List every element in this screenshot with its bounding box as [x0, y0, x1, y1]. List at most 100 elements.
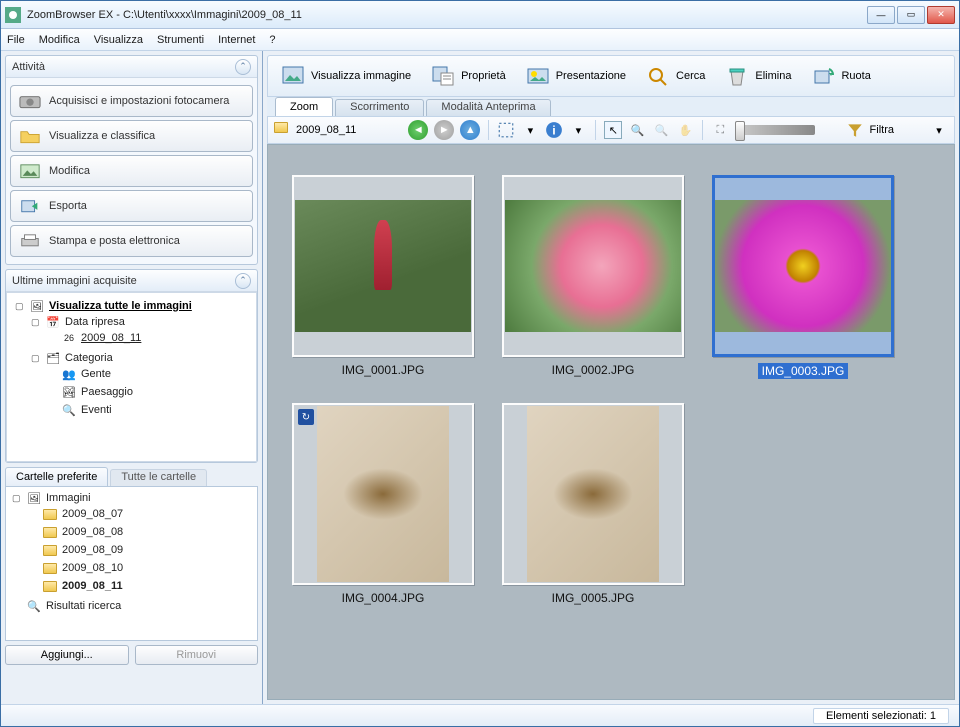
- statusbar: Elementi selezionati: 1: [1, 704, 959, 726]
- thumbnail-label: IMG_0004.JPG: [342, 591, 425, 605]
- thumbnail-image: [715, 200, 891, 332]
- fav-root[interactable]: ▢🖼Immagini: [12, 491, 255, 505]
- folder-icon: [42, 525, 58, 539]
- landscape-icon: 🏞: [61, 385, 77, 399]
- thumbnail-label: IMG_0001.JPG: [342, 363, 425, 377]
- maximize-button[interactable]: ▭: [897, 6, 925, 24]
- thumbnail[interactable]: IMG_0002.JPG: [498, 175, 688, 379]
- thumbnail-frame[interactable]: [502, 403, 684, 585]
- dropdown-icon[interactable]: ▾: [569, 121, 587, 139]
- tab-preview[interactable]: Modalità Anteprima: [426, 99, 550, 116]
- slideshow-button[interactable]: Presentazione: [521, 61, 637, 91]
- chevron-up-icon: ⌃: [235, 59, 251, 75]
- thumbnail-frame[interactable]: [712, 175, 894, 357]
- pointer-icon[interactable]: ↖: [604, 121, 622, 139]
- view-image-icon: [281, 65, 305, 87]
- titlebar: ZoomBrowser EX - C:\Utenti\xxxx\Immagini…: [1, 1, 959, 29]
- folder-open-icon: [19, 127, 41, 145]
- images-icon: 🖼: [29, 299, 45, 313]
- fav-folder[interactable]: 2009_08_07: [28, 507, 255, 521]
- info-icon[interactable]: i: [545, 121, 563, 139]
- filter-icon[interactable]: [846, 121, 864, 139]
- nav-up-button[interactable]: ▲: [460, 120, 480, 140]
- hand-icon[interactable]: ✋: [676, 121, 694, 139]
- properties-button[interactable]: Proprietà: [426, 61, 517, 91]
- delete-button[interactable]: Elimina: [720, 61, 802, 91]
- thumbnail-area[interactable]: IMG_0001.JPG IMG_0002.JPG IMG_0003.JPG ↻…: [267, 144, 955, 700]
- menu-file[interactable]: File: [7, 34, 25, 46]
- tab-favorite-folders[interactable]: Cartelle preferite: [5, 467, 108, 486]
- fav-folder[interactable]: 2009_08_09: [28, 543, 255, 557]
- dropdown-icon[interactable]: ▾: [521, 121, 539, 139]
- dropdown-icon[interactable]: ▾: [930, 121, 948, 139]
- thumbnail-label: IMG_0005.JPG: [552, 591, 635, 605]
- chevron-up-icon: ⌃: [235, 273, 251, 289]
- slideshow-icon: [526, 65, 550, 87]
- thumbnail-frame[interactable]: [502, 175, 684, 357]
- thumbnail[interactable]: IMG_0001.JPG: [288, 175, 478, 379]
- zoom-in-icon[interactable]: 🔍: [628, 121, 646, 139]
- rotate-button[interactable]: Ruota: [806, 61, 881, 91]
- thumbnail[interactable]: ↻ IMG_0004.JPG: [288, 403, 478, 605]
- thumbnail-frame[interactable]: ↻: [292, 403, 474, 585]
- view-image-button[interactable]: Visualizza immagine: [276, 61, 422, 91]
- remove-folder-button[interactable]: Rimuovi: [135, 645, 259, 665]
- menu-help[interactable]: ?: [269, 34, 275, 46]
- thumbnail[interactable]: IMG_0005.JPG: [498, 403, 688, 605]
- close-button[interactable]: ✕: [927, 6, 955, 24]
- latest-header-label: Ultime immagini acquisite: [12, 275, 137, 287]
- app-icon: [5, 7, 21, 23]
- thumbnail-frame[interactable]: [292, 175, 474, 357]
- menu-internet[interactable]: Internet: [218, 34, 255, 46]
- add-folder-button[interactable]: Aggiungi...: [5, 645, 129, 665]
- tree-landscape[interactable]: 🏞Paesaggio: [47, 385, 252, 399]
- view-tabs: Zoom Scorrimento Modalità Anteprima: [267, 97, 955, 116]
- export-label: Esporta: [49, 200, 87, 212]
- tree-date-value[interactable]: 262009_08_11: [47, 331, 252, 345]
- fit-icon[interactable]: ⛶: [711, 121, 729, 139]
- fav-folder[interactable]: 2009_08_10: [28, 561, 255, 575]
- activity-header[interactable]: Attività ⌃: [6, 56, 257, 78]
- favorites-tree: ▢🖼Immagini 2009_08_07 2009_08_08 2009_08_0…: [5, 486, 258, 641]
- fav-folder[interactable]: 2009_08_08: [28, 525, 255, 539]
- modify-label: Modifica: [49, 165, 90, 177]
- category-icon: 🗂: [45, 351, 61, 365]
- tree-date-taken[interactable]: ▢📅Data ripresa: [31, 315, 252, 329]
- tab-scroll[interactable]: Scorrimento: [335, 99, 424, 116]
- classify-label: Visualizza e classifica: [49, 130, 155, 142]
- tab-zoom[interactable]: Zoom: [275, 97, 333, 116]
- svg-text:i: i: [553, 124, 556, 138]
- tab-all-folders[interactable]: Tutte le cartelle: [110, 469, 207, 486]
- tree-people[interactable]: 👥Gente: [47, 367, 252, 381]
- select-tool-icon[interactable]: [497, 121, 515, 139]
- zoom-slider[interactable]: [735, 125, 815, 135]
- fav-folder[interactable]: 2009_08_11: [28, 579, 255, 593]
- activity-header-label: Attività: [12, 61, 45, 73]
- modify-button[interactable]: Modifica: [10, 155, 253, 187]
- search-button[interactable]: Cerca: [641, 61, 716, 91]
- tree-all-images[interactable]: ▢🖼Visualizza tutte le immagini: [15, 299, 252, 313]
- zoom-out-icon[interactable]: 🔍: [652, 121, 670, 139]
- properties-icon: [431, 65, 455, 87]
- tree-events[interactable]: 🔍Eventi: [47, 403, 252, 417]
- minimize-button[interactable]: —: [867, 6, 895, 24]
- print-button[interactable]: Stampa e posta elettronica: [10, 225, 253, 257]
- thumbnail-image: [317, 406, 449, 582]
- menu-edit[interactable]: Modifica: [39, 34, 80, 46]
- filter-label[interactable]: Filtra: [870, 124, 894, 136]
- menu-tools[interactable]: Strumenti: [157, 34, 204, 46]
- classify-button[interactable]: Visualizza e classifica: [10, 120, 253, 152]
- nav-back-button[interactable]: ◄: [408, 120, 428, 140]
- thumbnail[interactable]: IMG_0003.JPG: [708, 175, 898, 379]
- tree-category[interactable]: ▢🗂Categoria: [31, 351, 252, 365]
- fav-search-results[interactable]: 🔍Risultati ricerca: [12, 599, 255, 613]
- nav-forward-button[interactable]: ►: [434, 120, 454, 140]
- app-window: ZoomBrowser EX - C:\Utenti\xxxx\Immagini…: [0, 0, 960, 727]
- latest-header[interactable]: Ultime immagini acquisite ⌃: [6, 270, 257, 292]
- thumbnail-image: [505, 200, 681, 332]
- events-icon: 🔍: [61, 403, 77, 417]
- acquire-button[interactable]: Acquisisci e impostazioni fotocamera: [10, 85, 253, 117]
- date-icon: 26: [61, 331, 77, 345]
- export-button[interactable]: Esporta: [10, 190, 253, 222]
- menu-view[interactable]: Visualizza: [94, 34, 143, 46]
